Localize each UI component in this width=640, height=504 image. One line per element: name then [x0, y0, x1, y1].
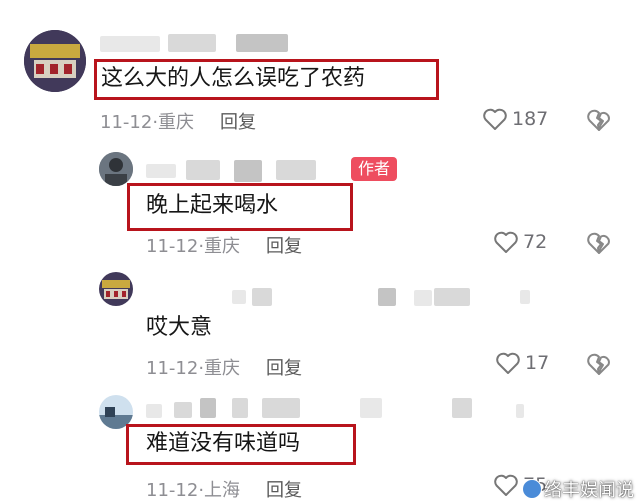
username-blurred	[414, 290, 432, 306]
username-blurred	[360, 398, 382, 418]
username-blurred	[434, 288, 470, 306]
heart-outline-icon	[483, 108, 507, 130]
comment-text: 难道没有味道吗	[146, 431, 301, 456]
comment-location: 重庆	[204, 358, 241, 379]
watermark: 络丰娱闻说	[522, 476, 634, 502]
watermark-logo-icon	[522, 479, 542, 499]
username-blurred	[452, 398, 472, 418]
like-button[interactable]: 187	[482, 107, 548, 131]
broken-heart-icon	[587, 232, 610, 254]
like-count: 72	[523, 231, 548, 253]
reply-button[interactable]: 回复	[266, 480, 302, 501]
username-blurred	[146, 404, 162, 418]
dislike-button[interactable]	[586, 231, 612, 259]
username-blurred	[174, 402, 192, 418]
username-blurred	[262, 398, 300, 418]
comment-text: 哎大意	[146, 315, 213, 340]
avatar[interactable]	[24, 30, 86, 92]
avatar[interactable]	[99, 152, 133, 186]
username-blurred	[100, 36, 160, 52]
comment-meta: 11-12·上海 回复	[146, 480, 303, 501]
username-blurred	[516, 404, 524, 418]
heart-outline-icon	[494, 231, 518, 253]
username-blurred	[200, 398, 216, 418]
username-blurred	[520, 290, 530, 304]
username-blurred	[252, 288, 272, 306]
username-blurred	[168, 34, 216, 52]
watermark-text: 络丰娱闻说	[544, 480, 634, 501]
comment-text: 晚上起来喝水	[146, 193, 279, 218]
comment-text: 这么大的人怎么误吃了农药	[101, 66, 366, 91]
comment-meta: 11-12·重庆 回复	[146, 236, 303, 257]
like-button[interactable]: 17	[495, 351, 549, 375]
reply-button[interactable]: 回复	[266, 358, 302, 379]
comment-date: 11-12	[146, 358, 199, 379]
username-blurred	[234, 160, 262, 182]
comment-date: 11-12	[100, 112, 153, 133]
username-blurred	[232, 290, 246, 304]
reply-button[interactable]: 回复	[220, 112, 256, 133]
comment-date: 11-12	[146, 480, 199, 501]
comment-location: 上海	[204, 480, 241, 501]
reply-button[interactable]: 回复	[266, 236, 302, 257]
like-button[interactable]: 72	[493, 230, 547, 254]
comment-date: 11-12	[146, 236, 199, 257]
broken-heart-icon	[587, 109, 610, 131]
comment-location: 重庆	[158, 112, 195, 133]
like-count: 17	[525, 352, 550, 374]
username-blurred	[232, 398, 248, 418]
dislike-button[interactable]	[586, 108, 612, 136]
heart-outline-icon	[494, 474, 518, 496]
heart-outline-icon	[496, 352, 520, 374]
comment-meta: 11-12·重庆 回复	[146, 358, 303, 379]
like-count: 187	[512, 108, 549, 130]
author-badge: 作者	[351, 157, 398, 181]
username-blurred	[378, 288, 396, 306]
broken-heart-icon	[587, 353, 610, 375]
username-blurred	[186, 160, 220, 180]
comment-meta: 11-12·重庆 回复	[100, 112, 257, 133]
username-blurred	[236, 34, 288, 52]
username-blurred	[146, 164, 176, 178]
dislike-button[interactable]	[586, 352, 612, 380]
avatar[interactable]	[99, 272, 133, 306]
comment-location: 重庆	[204, 236, 241, 257]
username-blurred	[276, 160, 316, 180]
